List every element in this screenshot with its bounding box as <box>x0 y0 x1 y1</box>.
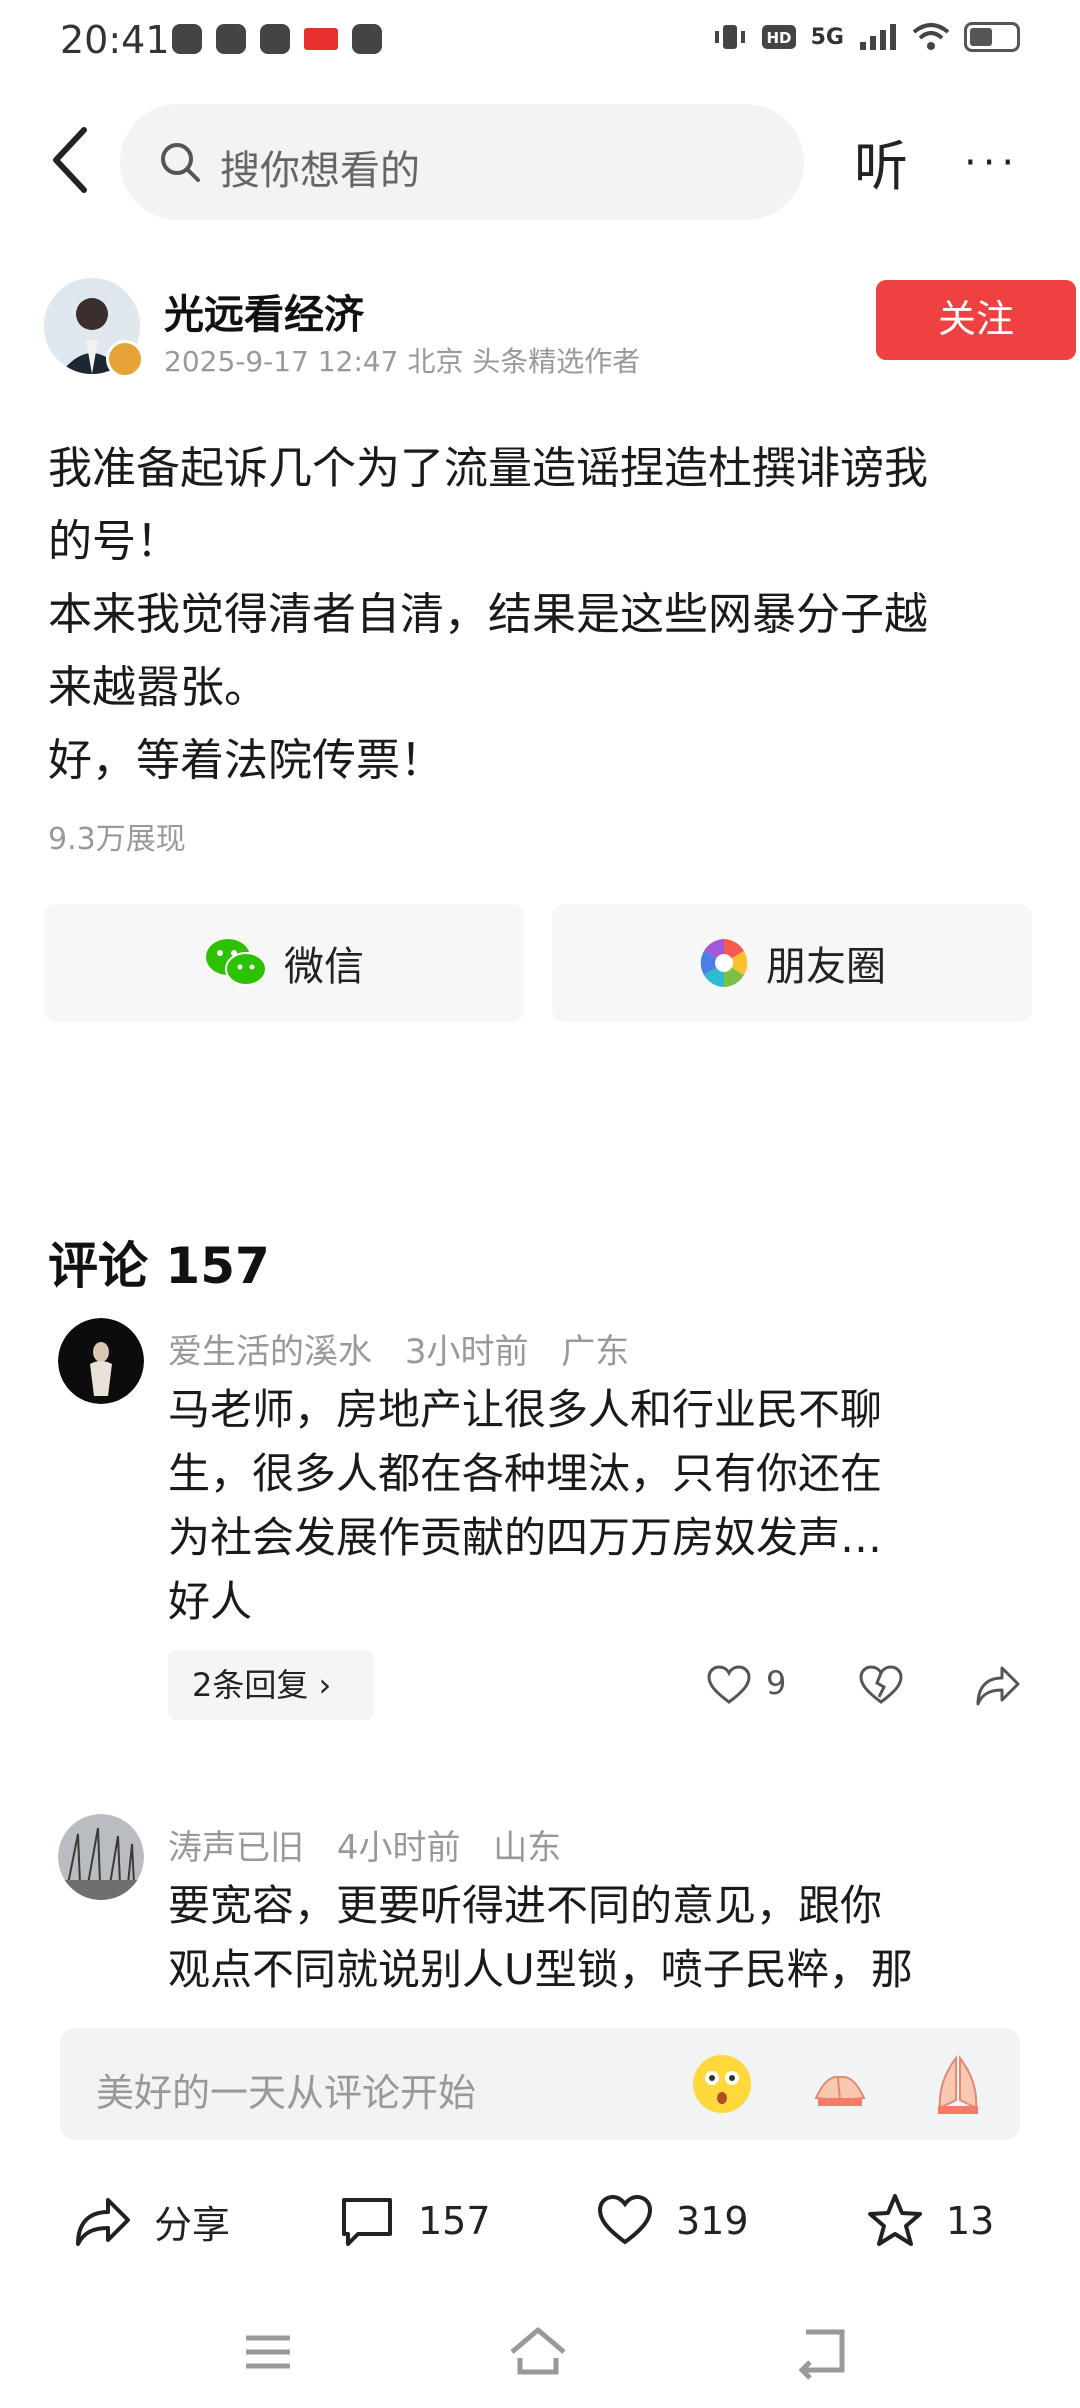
favorite-button[interactable]: 13 <box>866 2186 994 2256</box>
comment-line: 生，很多人都在各种埋汰，只有你还在 <box>168 1449 883 1498</box>
follow-button[interactable]: 关注 <box>876 280 1076 360</box>
wechat-icon <box>206 939 267 986</box>
bag-notification-icon <box>352 24 382 54</box>
clap-hands-emoji-icon[interactable] <box>808 2052 872 2116</box>
comment-count: 157 <box>418 2199 491 2243</box>
commenter-avatar[interactable] <box>58 1318 144 1404</box>
notification-icons <box>172 24 382 54</box>
comment-text[interactable]: 马老师，房地产让很多人和行业民不聊 生，很多人都在各种埋汰，只有你还在 为社会发… <box>168 1378 1028 1634</box>
broken-heart-icon[interactable] <box>858 1664 904 1706</box>
comment-bubble-icon <box>342 2198 392 2246</box>
status-bar: 20:41 HD 5G <box>0 0 1080 84</box>
listen-button[interactable]: 听 <box>854 122 908 201</box>
bottom-action-bar: 分享 157 319 13 <box>0 2168 1080 2278</box>
comment-input[interactable]: 美好的一天从评论开始 <box>60 2028 1020 2140</box>
pray-hands-emoji-icon[interactable] <box>926 2052 990 2116</box>
post-line: 来越嚣张。 <box>48 662 268 713</box>
author-row: 光远看经济 2025-9-17 12:47 北京 头条精选作者 关注 <box>44 278 1076 378</box>
post-line: 本来我觉得清者自清，结果是这些网暴分子越 <box>48 589 928 640</box>
author-meta: 2025-9-17 12:47 北京 头条精选作者 <box>164 345 641 378</box>
share-arrow-icon <box>76 2198 130 2246</box>
system-icons: HD 5G <box>713 22 1020 52</box>
comment-location: 广东 <box>561 1332 630 1372</box>
view-replies-button[interactable]: 2条回复 › <box>168 1650 374 1720</box>
chevron-right-icon: › <box>318 1666 332 1704</box>
comment-user[interactable]: 涛声已旧 <box>168 1828 304 1868</box>
signal-icon <box>860 24 896 50</box>
comment-input-placeholder: 美好的一天从评论开始 <box>96 2071 477 2115</box>
network-type: 5G <box>810 24 844 50</box>
author-name[interactable]: 光远看经济 <box>164 282 364 340</box>
share-label: 分享 <box>154 2202 231 2247</box>
app-notification-icon <box>172 24 202 54</box>
comment-location: 山东 <box>493 1828 562 1868</box>
comment-meta: 涛声已旧 4小时前 山东 <box>168 1820 583 1869</box>
comment-like-count: 9 <box>766 1664 787 1702</box>
comments-title: 评论 157 <box>48 1237 270 1295</box>
comment-button[interactable]: 157 <box>338 2186 491 2256</box>
comment-line: 观点不同就说别人U型锁，喷子民粹，那 <box>168 1945 913 1994</box>
back-arrow-icon[interactable] <box>44 122 104 198</box>
wifi-icon <box>912 23 950 50</box>
post-content: 我准备起诉几个为了流量造谣捏造杜撰诽谤我 的号！ 本来我觉得清者自清，结果是这些… <box>48 432 1028 797</box>
comment-time: 3小时前 <box>404 1332 529 1372</box>
share-button[interactable]: 分享 <box>74 2186 230 2256</box>
comment-user[interactable]: 爱生活的溪水 <box>168 1332 372 1372</box>
vibrate-icon <box>714 25 745 49</box>
header: 搜你想看的 听 ··· <box>0 100 1080 220</box>
comment-line: 好人 <box>168 1577 253 1626</box>
svg-text:HD: HD <box>766 29 791 47</box>
battery-icon <box>964 22 1020 52</box>
search-icon <box>161 143 200 182</box>
favorite-count: 13 <box>946 2199 995 2243</box>
comment-time: 4小时前 <box>336 1828 461 1868</box>
comment-line: 要宽容，更要听得进不同的意见，跟你 <box>168 1881 883 1930</box>
post-line: 我准备起诉几个为了流量造谣捏造杜撰诽谤我 <box>48 443 928 494</box>
search-input[interactable]: 搜你想看的 <box>120 104 804 220</box>
share-moments-button[interactable]: 朋友圈 <box>552 904 1032 1022</box>
wechat-notification-icon <box>216 24 246 54</box>
heart-icon[interactable] <box>706 1664 752 1706</box>
post-line: 的号！ <box>48 516 180 567</box>
heart-icon <box>597 2194 653 2245</box>
share-moments-label: 朋友圈 <box>766 944 886 990</box>
hd-icon: HD <box>761 25 796 49</box>
message-notification-icon <box>260 24 290 54</box>
view-count: 9.3万展现 <box>48 822 186 857</box>
comment-line: 为社会发展作贡献的四万万房奴发声… <box>168 1513 883 1562</box>
toutiao-notification-icon <box>304 28 338 50</box>
menu-icon[interactable] <box>238 2322 298 2382</box>
more-button[interactable]: ··· <box>964 140 1020 186</box>
replies-label: 2条回复 <box>192 1666 309 1704</box>
comment-item: 爱生活的溪水 3小时前 广东 马老师，房地产让很多人和行业民不聊 生，很多人都在… <box>0 1318 1080 1738</box>
comment-line: 马老师，房地产让很多人和行业民不聊 <box>168 1385 883 1434</box>
comment-meta: 爱生活的溪水 3小时前 广东 <box>168 1324 651 1373</box>
surprised-emoji-icon[interactable] <box>690 2052 754 2116</box>
share-arrow-icon[interactable] <box>974 1662 1022 1708</box>
commenter-avatar[interactable] <box>58 1814 144 1900</box>
system-nav-bar <box>0 2300 1080 2408</box>
share-wechat-button[interactable]: 微信 <box>44 904 524 1022</box>
home-icon[interactable] <box>508 2322 568 2382</box>
like-count: 319 <box>676 2199 749 2243</box>
post-line: 好，等着法院传票！ <box>48 735 444 786</box>
comment-actions: 9 <box>700 1658 1030 1714</box>
share-wechat-label: 微信 <box>284 944 364 990</box>
back-nav-icon[interactable] <box>792 2322 852 2382</box>
verified-badge-icon <box>106 340 144 378</box>
star-icon <box>868 2194 922 2246</box>
search-placeholder: 搜你想看的 <box>220 148 420 194</box>
status-time: 20:41 <box>60 18 170 62</box>
comment-text[interactable]: 要宽容，更要听得进不同的意见，跟你 观点不同就说别人U型锁，喷子民粹，那 <box>168 1874 1028 2014</box>
like-button[interactable]: 319 <box>596 2186 749 2256</box>
comment-item: 涛声已旧 4小时前 山东 要宽容，更要听得进不同的意见，跟你 观点不同就说别人U… <box>0 1814 1080 2014</box>
moments-icon <box>700 939 748 987</box>
